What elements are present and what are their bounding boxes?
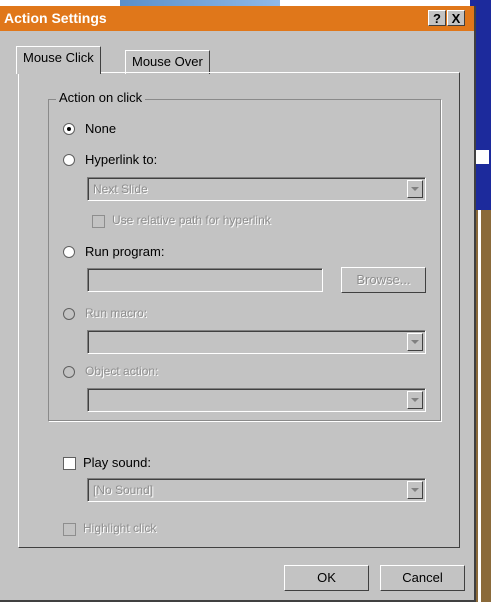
- close-button[interactable]: X: [447, 10, 465, 26]
- run-macro-select[interactable]: [87, 330, 426, 354]
- tab-mouse-click[interactable]: Mouse Click: [16, 46, 101, 74]
- sound-value: [No Sound]: [93, 483, 154, 497]
- hyperlink-label: Hyperlink to:: [85, 152, 158, 167]
- ok-button[interactable]: OK: [284, 565, 369, 591]
- object-action-select[interactable]: [87, 388, 426, 412]
- highlight-click-checkbox[interactable]: [63, 523, 76, 536]
- relative-path-checkbox[interactable]: [92, 215, 105, 228]
- none-radio[interactable]: [63, 123, 75, 135]
- browse-button[interactable]: Browse...: [341, 267, 426, 293]
- chevron-down-icon[interactable]: [407, 481, 423, 499]
- none-label: None: [85, 121, 117, 136]
- play-sound-checkbox[interactable]: [63, 457, 76, 470]
- run-macro-radio[interactable]: [63, 308, 75, 320]
- sound-select[interactable]: [No Sound]: [87, 478, 426, 502]
- help-button[interactable]: ?: [428, 10, 446, 26]
- cancel-button[interactable]: Cancel: [380, 565, 465, 591]
- object-action-label: Object action:: [85, 364, 159, 378]
- object-action-radio[interactable]: [63, 366, 75, 378]
- tab-mouse-over[interactable]: Mouse Over: [125, 50, 210, 74]
- radio-selected-dot: [67, 127, 71, 131]
- run-program-input[interactable]: [87, 268, 323, 292]
- run-program-radio[interactable]: [63, 246, 75, 258]
- run-macro-label: Run macro:: [85, 306, 148, 320]
- chevron-down-icon[interactable]: [407, 180, 423, 198]
- chevron-down-icon[interactable]: [407, 333, 423, 351]
- title-bar: Action Settings ? X: [0, 6, 474, 31]
- highlight-click-label: Highlight click: [83, 521, 157, 535]
- hyperlink-value: Next Slide: [93, 182, 148, 196]
- hyperlink-select[interactable]: Next Slide: [87, 177, 426, 201]
- play-sound-label: Play sound:: [83, 455, 151, 470]
- relative-path-label: Use relative path for hyperlink: [112, 213, 271, 227]
- chevron-down-icon[interactable]: [407, 391, 423, 409]
- run-program-label: Run program:: [85, 244, 165, 259]
- dialog-title: Action Settings: [4, 10, 107, 26]
- hyperlink-radio[interactable]: [63, 154, 75, 166]
- group-label: Action on click: [56, 90, 146, 105]
